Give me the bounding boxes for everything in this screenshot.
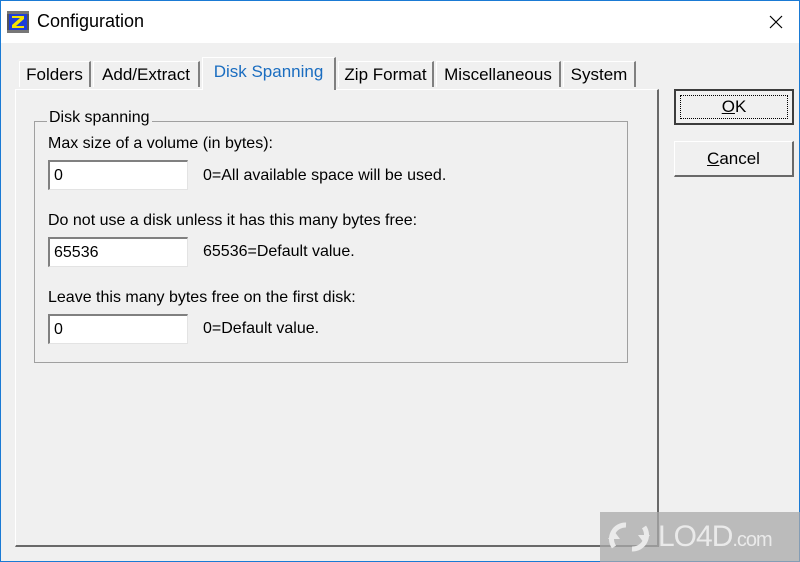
- ok-mnemonic: O: [721, 97, 735, 116]
- tab-system[interactable]: System: [563, 61, 636, 87]
- tab-folders[interactable]: Folders: [19, 61, 91, 87]
- window-title: Configuration: [37, 11, 145, 31]
- close-button[interactable]: [753, 1, 799, 43]
- group-title: Disk spanning: [47, 109, 152, 127]
- min-free-bytes-label: Do not use a disk unless it has this man…: [48, 212, 418, 229]
- ok-button[interactable]: OK: [674, 89, 794, 125]
- title-bar: Configuration: [1, 1, 799, 43]
- tab-miscellaneous[interactable]: Miscellaneous: [436, 61, 561, 87]
- lo4d-logo-icon: [608, 522, 650, 552]
- max-volume-size-hint: 0=All available space will be used.: [203, 167, 447, 184]
- ok-label: K: [734, 97, 747, 116]
- min-free-bytes-hint: 65536=Default value.: [203, 243, 355, 260]
- first-disk-free-hint: 0=Default value.: [203, 320, 320, 337]
- first-disk-free-label: Leave this many bytes free on the first …: [48, 289, 356, 306]
- configuration-window: Configuration Folders Add/Extract Disk S…: [0, 0, 800, 562]
- tab-disk-spanning[interactable]: Disk Spanning: [202, 57, 336, 90]
- cancel-mnemonic: C: [707, 148, 720, 168]
- lo4d-watermark: LO4D.com: [600, 512, 800, 562]
- cancel-button[interactable]: Cancel: [674, 141, 794, 177]
- close-x-icon: [769, 15, 783, 29]
- tab-zip-format[interactable]: Zip Format: [338, 61, 434, 87]
- max-volume-size-input[interactable]: [48, 160, 188, 190]
- cancel-label: ancel: [719, 148, 760, 168]
- min-free-bytes-input[interactable]: [48, 237, 188, 267]
- tab-add-extract[interactable]: Add/Extract: [93, 61, 200, 87]
- watermark-text: LO4D.com: [658, 520, 773, 553]
- winzip-z-icon: [7, 11, 29, 33]
- max-volume-size-label: Max size of a volume (in bytes):: [48, 135, 273, 152]
- first-disk-free-input[interactable]: [48, 314, 188, 344]
